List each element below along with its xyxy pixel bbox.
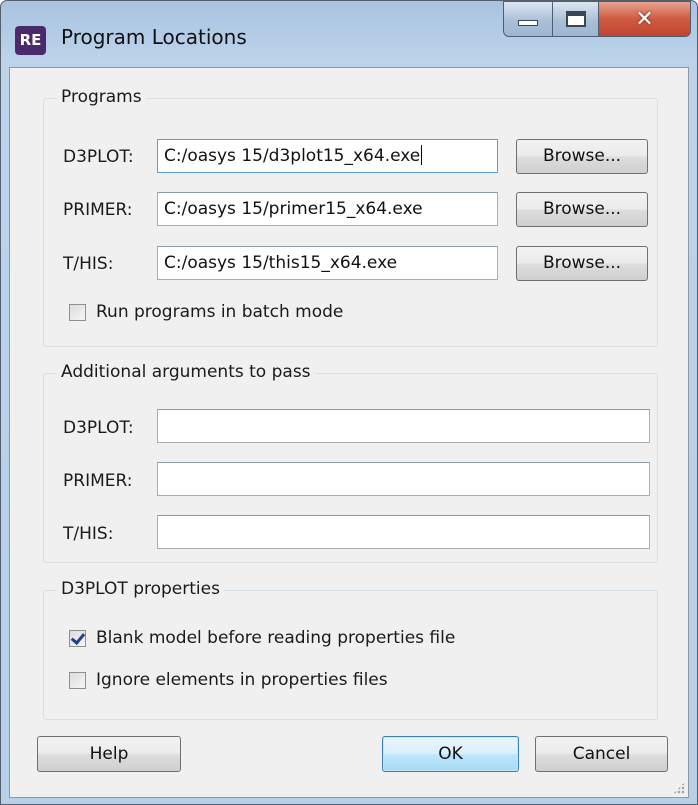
ignore-elements-label: Ignore elements in properties files (96, 670, 388, 690)
minimize-icon (518, 20, 538, 26)
browse-primer-button[interactable]: Browse... (516, 192, 648, 227)
programs-group: Programs D3PLOT: C:/oasys 15/d3plot15_x6… (43, 87, 658, 347)
window-title: Program Locations (61, 25, 247, 49)
blank-model-checkbox[interactable] (69, 629, 86, 647)
program-this-path-input[interactable]: C:/oasys 15/this15_x64.exe (157, 246, 498, 280)
program-this-label: T/HIS: (63, 254, 114, 274)
maximize-icon (565, 11, 586, 27)
program-primer-path-input[interactable]: C:/oasys 15/primer15_x64.exe (157, 192, 498, 226)
batch-mode-checkbox[interactable] (69, 303, 86, 321)
argument-primer-label: PRIMER: (63, 471, 133, 491)
close-button[interactable]: ✕ (599, 1, 691, 37)
ok-button[interactable]: OK (382, 736, 519, 772)
argument-this-input[interactable] (157, 515, 650, 549)
argument-d3plot-input[interactable] (157, 409, 650, 443)
browse-this-button[interactable]: Browse... (516, 246, 648, 281)
title-bar[interactable]: RE Program Locations ✕ (1, 1, 697, 77)
additional-arguments-group-title: Additional arguments to pass (57, 362, 315, 382)
d3plot-properties-group: D3PLOT properties Blank model before rea… (43, 579, 658, 720)
minimize-button[interactable] (503, 1, 553, 37)
help-button[interactable]: Help (37, 736, 181, 772)
blank-model-label: Blank model before reading properties fi… (96, 628, 456, 648)
program-locations-window: RE Program Locations ✕ Programs D3PLOT: … (0, 0, 698, 805)
d3plot-properties-group-title: D3PLOT properties (57, 579, 224, 599)
batch-mode-option[interactable]: Run programs in batch mode (69, 302, 343, 322)
re-app-icon: RE (15, 26, 46, 55)
cancel-button[interactable]: Cancel (535, 736, 668, 772)
close-icon: ✕ (635, 6, 654, 32)
blank-model-option[interactable]: Blank model before reading properties fi… (69, 628, 455, 648)
program-d3plot-path-input[interactable]: C:/oasys 15/d3plot15_x64.exe (157, 139, 498, 173)
program-primer-label: PRIMER: (63, 200, 133, 220)
argument-this-label: T/HIS: (63, 524, 114, 544)
argument-d3plot-label: D3PLOT: (63, 418, 134, 438)
resize-grip-icon[interactable] (673, 782, 685, 794)
ignore-elements-option[interactable]: Ignore elements in properties files (69, 670, 388, 690)
additional-arguments-group: Additional arguments to pass D3PLOT: PRI… (43, 362, 658, 563)
text-caret (421, 145, 423, 165)
ignore-elements-checkbox[interactable] (69, 671, 86, 689)
dialog-client-area: Programs D3PLOT: C:/oasys 15/d3plot15_x6… (9, 67, 689, 798)
argument-primer-input[interactable] (157, 462, 650, 496)
browse-d3plot-button[interactable]: Browse... (516, 139, 648, 174)
programs-group-title: Programs (57, 87, 146, 107)
batch-mode-label: Run programs in batch mode (96, 302, 344, 322)
program-d3plot-label: D3PLOT: (63, 147, 134, 167)
caption-buttons: ✕ (503, 1, 691, 37)
maximize-button[interactable] (553, 1, 599, 37)
